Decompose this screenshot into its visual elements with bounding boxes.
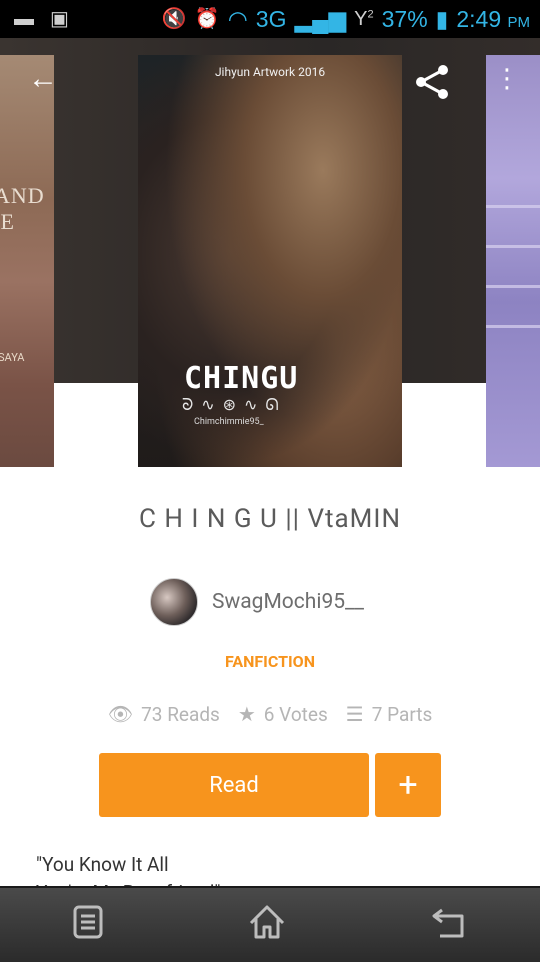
share-icon[interactable] — [412, 62, 452, 108]
author-name[interactable]: SwagMochi95__ — [212, 590, 364, 614]
clock-ampm: PM — [507, 13, 531, 31]
cover-ornament: ᘐ ∿ ⊛ ∿ ᘏ — [182, 395, 281, 414]
wifi-icon: ◠ — [227, 5, 248, 32]
battery-icon: ▮ — [435, 5, 449, 32]
parts-count: 7 Parts — [371, 702, 433, 726]
reads-stat: 👁 73 Reads — [108, 702, 220, 726]
clock-time: 2:49 — [456, 5, 502, 32]
story-title: C H I N G U || VtaMIN — [138, 504, 402, 534]
description-line: "You Know It All — [36, 853, 169, 876]
overflow-menu-icon[interactable]: ⋮ — [494, 66, 520, 92]
cover-artist-credit: Jihyun Artwork 2016 — [214, 65, 326, 79]
sim-icon: Y2 — [354, 8, 374, 30]
bag-notification-icon: ▬ — [14, 8, 34, 30]
image-notification-icon: ▣ — [50, 8, 69, 30]
list-icon: ☰ — [345, 702, 364, 726]
story-stats: 👁 73 Reads ★ 6 Votes ☰ 7 Parts — [0, 702, 540, 726]
previous-cover-text: AND E — [0, 183, 45, 234]
mute-icon: 🔇 — [161, 8, 187, 30]
cover-stripe — [486, 285, 540, 288]
author-row[interactable]: SwagMochi95__ — [150, 578, 364, 626]
status-bar: ▬ ▣ 🔇 ⏰ ◠ 3G ▂▄▆ Y2 37% ▮ 2:49 PM — [0, 0, 540, 38]
cover-stripe — [486, 325, 540, 328]
home-icon[interactable] — [247, 903, 287, 947]
cover-stripe — [486, 205, 540, 208]
sim-badge: 2 — [367, 8, 374, 21]
add-to-library-button[interactable]: + — [375, 753, 441, 817]
battery-percent: 37% — [381, 5, 428, 32]
system-nav-bar — [0, 886, 540, 962]
votes-count: 6 Votes — [263, 702, 328, 726]
recent-apps-icon[interactable] — [72, 904, 104, 946]
clock: 2:49 PM — [456, 6, 530, 33]
read-button[interactable]: Read — [99, 753, 369, 817]
cover-title: CHINGU — [184, 361, 299, 396]
eye-icon: 👁 — [107, 702, 134, 726]
network-type: 3G — [255, 5, 287, 32]
back-arrow-icon[interactable]: ← — [28, 64, 58, 94]
alarm-icon: ⏰ — [194, 8, 220, 30]
reads-count: 73 Reads — [141, 702, 220, 726]
cover-stripe — [486, 245, 540, 248]
previous-story-cover[interactable]: AND E SAYA — [0, 55, 54, 467]
avatar[interactable] — [150, 578, 198, 626]
previous-cover-subtext: SAYA — [0, 351, 25, 364]
votes-stat: ★ 6 Votes — [238, 702, 328, 726]
back-icon[interactable] — [430, 904, 468, 946]
parts-stat: ☰ 7 Parts — [346, 702, 432, 726]
story-category[interactable]: FANFICTION — [0, 652, 540, 671]
signal-icon: ▂▄▆ — [294, 5, 347, 32]
star-icon: ★ — [237, 702, 256, 726]
next-story-cover[interactable] — [486, 55, 540, 467]
story-cover[interactable]: Jihyun Artwork 2016 CHINGU ᘐ ∿ ⊛ ∿ ᘏ Chi… — [138, 55, 402, 467]
cover-author: Chimchimmie95_ — [194, 417, 264, 427]
